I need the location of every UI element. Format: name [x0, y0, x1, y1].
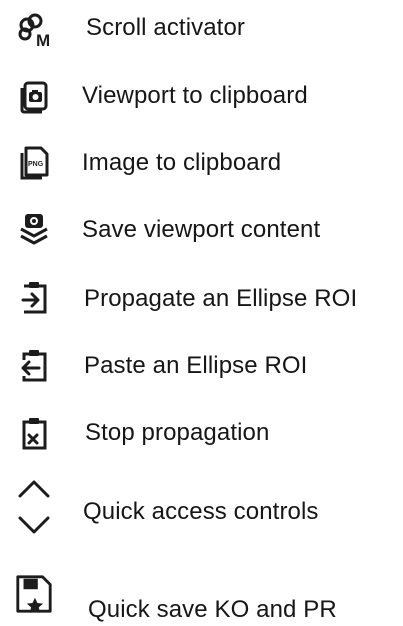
- menu-item-propagate-ellipse-roi[interactable]: Propagate an Ellipse ROI: [0, 268, 403, 328]
- context-menu: M Scroll activator Viewport to clipboard…: [0, 0, 403, 626]
- save-star-icon: [14, 572, 54, 616]
- menu-item-label: Image to clipboard: [82, 149, 282, 176]
- camera-download-icon: [14, 206, 54, 250]
- menu-item-quick-save-ko-pr[interactable]: Quick save KO and PR: [0, 562, 403, 623]
- menu-item-label: Viewport to clipboard: [82, 82, 308, 109]
- clipboard-arrow-left-icon: [14, 344, 54, 388]
- menu-item-label: Quick access controls: [83, 498, 319, 525]
- menu-item-image-to-clipboard[interactable]: PNG Image to clipboard: [0, 133, 403, 193]
- clipboard-arrow-right-icon: [14, 276, 54, 320]
- menu-item-label: Save viewport content: [82, 216, 321, 243]
- menu-item-stop-propagation[interactable]: Stop propagation: [0, 404, 403, 464]
- menu-item-viewport-to-clipboard[interactable]: Viewport to clipboard: [0, 66, 403, 126]
- menu-item-label: Propagate an Ellipse ROI: [84, 285, 358, 312]
- chevron-up-down-icon: [14, 480, 54, 536]
- menu-item-label: Paste an Ellipse ROI: [84, 352, 308, 379]
- menu-item-label: Scroll activator: [86, 14, 245, 41]
- camera-clipboard-icon: [14, 74, 54, 118]
- png-file-icon: PNG: [14, 140, 54, 184]
- svg-text:M: M: [36, 31, 50, 50]
- menu-item-paste-ellipse-roi[interactable]: Paste an Ellipse ROI: [0, 336, 403, 396]
- menu-item-label: Quick save KO and PR: [88, 596, 337, 623]
- clipboard-x-icon: [14, 412, 54, 456]
- menu-item-label: Stop propagation: [85, 419, 270, 446]
- menu-item-quick-access-controls[interactable]: Quick access controls: [0, 472, 403, 534]
- scroll-activator-icon: M: [14, 8, 54, 52]
- svg-text:PNG: PNG: [28, 161, 44, 168]
- menu-item-save-viewport-content[interactable]: Save viewport content: [0, 200, 403, 260]
- menu-item-scroll-activator[interactable]: M Scroll activator: [0, 0, 403, 60]
